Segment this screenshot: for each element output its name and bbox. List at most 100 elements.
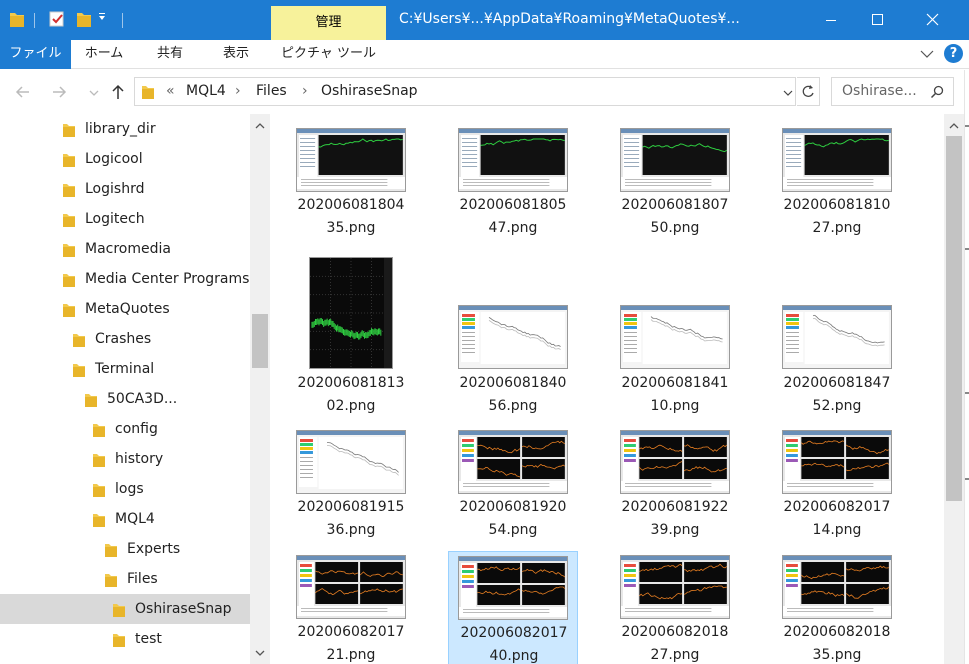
tab-share[interactable]: 共有	[140, 40, 200, 69]
folder-icon	[72, 332, 86, 351]
file-tile[interactable]: 202006081915 36.png	[286, 426, 416, 551]
file-tile[interactable]: 202006081805 47.png	[448, 124, 578, 249]
tree-item[interactable]: Crashes	[0, 324, 250, 354]
file-tile[interactable]: 202006081807 50.png	[610, 124, 740, 249]
scroll-up-arrow-icon[interactable]	[949, 120, 959, 130]
tree-item[interactable]: logs	[0, 474, 250, 504]
file-name-line: 50.png	[650, 220, 700, 236]
image-thumbnail[interactable]	[296, 128, 406, 192]
file-name-line: 54.png	[488, 522, 538, 538]
close-button[interactable]	[909, 0, 955, 40]
tree-item-label: Logicool	[85, 151, 143, 167]
tree-item[interactable]: MQL4	[0, 504, 250, 534]
image-thumbnail[interactable]	[309, 257, 393, 369]
tree-item[interactable]: library_dir	[0, 114, 250, 144]
file-list-scroll-thumb[interactable]	[946, 136, 962, 501]
image-thumbnail[interactable]	[782, 305, 892, 369]
image-thumbnail[interactable]	[458, 430, 568, 494]
file-tile[interactable]: 202006082018 35.png	[772, 551, 902, 664]
image-thumbnail[interactable]	[620, 430, 730, 494]
breadcrumb-separator-icon[interactable]: ›	[235, 78, 241, 105]
image-thumbnail[interactable]	[782, 430, 892, 494]
help-icon[interactable]: ?	[944, 44, 963, 63]
file-tile[interactable]: 202006081840 56.png	[448, 254, 578, 419]
contextual-tab-manage[interactable]: 管理	[271, 6, 386, 40]
image-thumbnail[interactable]	[296, 430, 406, 494]
folder-icon	[62, 242, 76, 261]
address-bar[interactable]: « MQL4 › Files › OshiraseSnap	[134, 77, 796, 106]
tree-item[interactable]: 50CA3D...	[0, 384, 250, 414]
minimize-button[interactable]	[808, 0, 854, 40]
image-thumbnail[interactable]	[296, 555, 406, 619]
expand-ribbon-chevron-icon[interactable]	[919, 46, 935, 62]
file-tile[interactable]: 202006082017 21.png	[286, 551, 416, 664]
file-tile[interactable]: 202006081804 35.png	[286, 124, 416, 249]
folder-icon[interactable]	[9, 10, 25, 30]
tab-picture-tools[interactable]: ピクチャ ツール	[271, 40, 386, 69]
file-name-line: 202006081840	[459, 375, 567, 391]
up-arrow-icon[interactable]	[108, 82, 128, 102]
properties-icon[interactable]	[48, 10, 66, 30]
image-thumbnail[interactable]	[782, 128, 892, 192]
breadcrumb-overflow[interactable]: «	[166, 78, 175, 105]
file-tile[interactable]: 202006081813 02.png	[286, 254, 416, 419]
image-thumbnail[interactable]	[620, 128, 730, 192]
file-list-scrollbar[interactable]	[944, 114, 964, 664]
tab-file[interactable]: ファイル	[0, 40, 71, 69]
file-tile[interactable]: 202006081922 39.png	[610, 426, 740, 551]
image-thumbnail[interactable]	[458, 305, 568, 369]
file-tile[interactable]: 202006081810 27.png	[772, 124, 902, 249]
file-tile[interactable]: 202006081847 52.png	[772, 254, 902, 419]
image-thumbnail[interactable]	[458, 556, 568, 620]
file-tile[interactable]: 202006081841 10.png	[610, 254, 740, 419]
tree-item[interactable]: Logicool	[0, 144, 250, 174]
refresh-button[interactable]	[797, 77, 820, 106]
image-thumbnail[interactable]	[782, 555, 892, 619]
back-arrow-icon[interactable]	[13, 82, 33, 102]
search-input[interactable]: Oshirase...	[842, 78, 917, 105]
tree-item[interactable]: Logitech	[0, 204, 250, 234]
tree-item-label: Logishrd	[85, 181, 145, 197]
tree-item[interactable]: Macromedia	[0, 234, 250, 264]
file-tile[interactable]: 202006081920 54.png	[448, 426, 578, 551]
tree-scrollbar[interactable]	[250, 114, 270, 664]
tree-item[interactable]: Terminal	[0, 354, 250, 384]
tree-item[interactable]: Media Center Programs	[0, 264, 250, 294]
scroll-down-arrow-icon[interactable]	[255, 647, 265, 657]
tree-item[interactable]: OshiraseSnap	[0, 594, 250, 624]
tree-item[interactable]: Logishrd	[0, 174, 250, 204]
image-thumbnail[interactable]	[458, 128, 568, 192]
breadcrumb-files[interactable]: Files	[256, 78, 287, 105]
folder-icon	[62, 302, 76, 321]
recent-locations-chevron-icon[interactable]	[84, 82, 104, 102]
tab-view[interactable]: 表示	[206, 40, 266, 69]
ribbon-tabs: ファイル ホーム 共有 表示 ピクチャ ツール ?	[0, 40, 969, 69]
scroll-up-arrow-icon[interactable]	[255, 120, 265, 130]
tree-item[interactable]: Files	[0, 564, 250, 594]
maximize-button[interactable]	[854, 0, 900, 40]
breadcrumb-separator-icon[interactable]: ›	[302, 78, 308, 105]
address-history-chevron-icon[interactable]	[781, 86, 795, 100]
new-folder-icon[interactable]	[76, 10, 92, 30]
file-tile[interactable]: 202006082018 27.png	[610, 551, 740, 664]
tree-item[interactable]: config	[0, 414, 250, 444]
breadcrumb-mql4[interactable]: MQL4	[186, 78, 226, 105]
tree-scroll-thumb[interactable]	[252, 314, 268, 368]
customize-chevron-icon[interactable]	[97, 12, 107, 32]
search-box[interactable]: Oshirase...	[831, 77, 954, 106]
tree-item[interactable]: MetaQuotes	[0, 294, 250, 324]
file-name-line: 35.png	[812, 647, 862, 663]
breadcrumb-oshirasesnap[interactable]: OshiraseSnap	[321, 78, 418, 105]
image-thumbnail[interactable]	[620, 305, 730, 369]
tree-item[interactable]: Experts	[0, 534, 250, 564]
tab-home[interactable]: ホーム	[75, 40, 133, 69]
navigation-pane[interactable]: test OshiraseSnap Files Experts MQL4 logs hist…	[0, 114, 270, 664]
file-tile[interactable]: 202006082017 14.png	[772, 426, 902, 551]
search-icon[interactable]	[930, 85, 944, 99]
file-list[interactable]: 202006081804 35.png 202006081805 47.png 2020…	[272, 114, 944, 664]
forward-arrow-icon[interactable]	[49, 82, 69, 102]
tree-item[interactable]: test	[0, 624, 250, 654]
image-thumbnail[interactable]	[620, 555, 730, 619]
tree-item[interactable]: history	[0, 444, 250, 474]
file-tile[interactable]: 202006082017 40.png	[448, 551, 578, 664]
